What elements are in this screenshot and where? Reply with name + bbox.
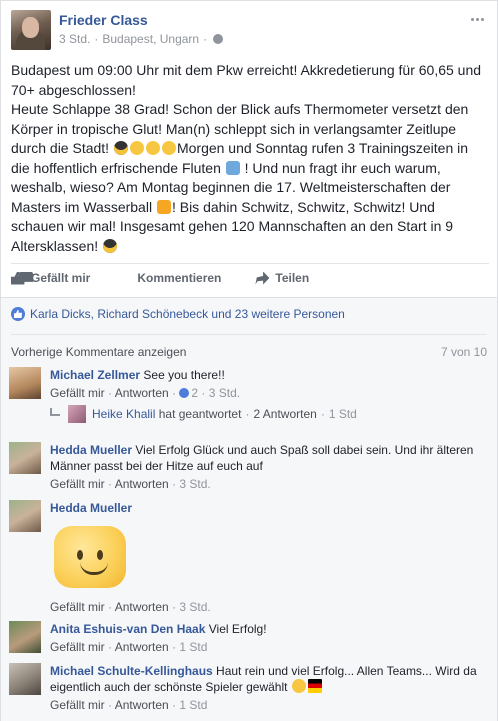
swimmer-emoji-icon — [225, 160, 240, 175]
commenter-name[interactable]: Anita Eshuis-van Den Haak — [50, 622, 205, 636]
flushed-emoji-icon — [129, 141, 144, 155]
share-icon — [255, 271, 270, 285]
post-paragraph: Budapest um 09:00 Uhr mit dem Pkw erreic… — [11, 62, 482, 98]
comment-like-link[interactable]: Gefällt mir — [50, 698, 105, 712]
author-name[interactable]: Frieder Class — [59, 12, 148, 28]
comment-reply-link[interactable]: Antworten — [115, 698, 169, 712]
previous-comments-row: Vorherige Kommentare anzeigen 7 von 10 — [11, 345, 487, 359]
avatar[interactable] — [9, 500, 41, 532]
comment-count: 7 von 10 — [440, 345, 487, 359]
commenter-name[interactable]: Michael Schulte-Kellinghaus — [50, 664, 213, 678]
commenter-name[interactable]: Hedda Mueller — [50, 443, 132, 457]
post-paragraph: Heute Schlappe 38 Grad! Schon der Blick … — [11, 101, 469, 254]
avatar[interactable] — [9, 367, 41, 399]
reply-summary[interactable]: Heike Khalil hat geantwortet · 2 Antworte… — [50, 405, 357, 423]
comment-text: See you there!! — [143, 368, 225, 382]
comment-text: Viel Erfolg! — [208, 622, 267, 636]
comment-like-link[interactable]: Gefällt mir — [50, 640, 105, 654]
sunglasses-emoji-icon — [103, 238, 118, 253]
post-location[interactable]: Budapest, Ungarn — [102, 32, 199, 46]
author-avatar[interactable] — [11, 10, 51, 50]
more-icon[interactable] — [469, 12, 485, 26]
likes-summary[interactable]: Karla Dicks, Richard Schönebeck und 23 w… — [11, 307, 345, 321]
avatar — [68, 405, 86, 423]
post-body: Budapest um 09:00 Uhr mit dem Pkw erreic… — [11, 61, 489, 256]
post-card: Frieder Class 3 Std. · Budapest, Ungarn … — [0, 0, 498, 721]
comment-time[interactable]: 3 Std. — [209, 386, 240, 400]
avatar[interactable] — [9, 663, 41, 695]
share-button[interactable]: Teilen — [255, 267, 309, 289]
smile-emoji-icon — [161, 141, 176, 155]
divider — [11, 263, 489, 264]
previous-comments-link[interactable]: Vorherige Kommentare anzeigen — [11, 345, 186, 359]
post-header: Frieder Class 3 Std. · Budapest, Ungarn … — [11, 10, 489, 52]
comment-time[interactable]: 1 Std — [179, 698, 207, 712]
sunglasses-emoji-icon — [113, 141, 128, 155]
smile-emoji-icon — [145, 141, 160, 155]
comment-reply-link[interactable]: Antworten — [115, 386, 169, 400]
avatar[interactable] — [9, 442, 41, 474]
post-time[interactable]: 3 Std. — [59, 32, 90, 46]
avatar[interactable] — [9, 621, 41, 653]
reply-time: 1 Std — [328, 407, 357, 421]
smiley-sticker — [50, 526, 130, 588]
reply-count: 2 Antworten — [253, 407, 317, 421]
comment-button[interactable]: Kommentieren — [19, 267, 221, 289]
action-bar: Gefällt mir Kommentieren Teilen — [11, 267, 337, 289]
comment-like-link[interactable]: Gefällt mir — [50, 386, 105, 400]
divider — [11, 334, 487, 335]
globe-icon — [213, 34, 224, 44]
reply-arrow-icon — [50, 408, 60, 416]
comment-time[interactable]: 3 Std. — [179, 477, 210, 491]
comment-time[interactable]: 3 Std. — [179, 600, 210, 614]
commenter-name[interactable]: Michael Zellmer — [50, 368, 140, 382]
reply-text: hat geantwortet — [158, 407, 242, 421]
like-badge-icon — [179, 388, 190, 398]
comment-time[interactable]: 1 Std — [179, 640, 207, 654]
commenter-name[interactable]: Hedda Mueller — [50, 500, 487, 516]
post-meta: 3 Std. · Budapest, Ungarn · — [59, 32, 224, 46]
laughing-emoji-icon — [291, 679, 306, 693]
like-badge-icon — [11, 307, 25, 321]
comment-reply-link[interactable]: Antworten — [115, 477, 169, 491]
comment-like-count[interactable]: 2 — [191, 386, 198, 400]
comment-reply-link[interactable]: Antworten — [115, 640, 169, 654]
reply-author: Heike Khalil — [92, 407, 156, 421]
comment-like-link[interactable]: Gefällt mir — [50, 477, 105, 491]
german-flag-icon — [307, 679, 322, 693]
comment-reply-link[interactable]: Antworten — [115, 600, 169, 614]
water-polo-emoji-icon — [156, 199, 171, 214]
comment-like-link[interactable]: Gefällt mir — [50, 600, 105, 614]
